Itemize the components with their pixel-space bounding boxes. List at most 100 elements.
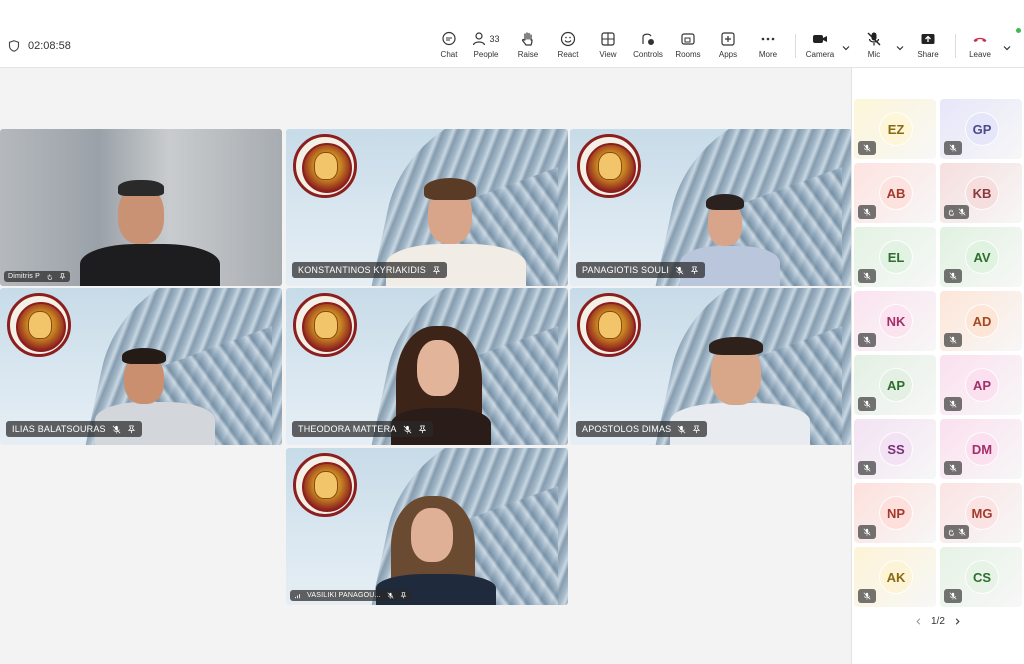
participant-tile[interactable]: KB xyxy=(940,163,1022,223)
rooms-icon xyxy=(681,33,695,45)
participant-tile[interactable]: AP xyxy=(854,355,936,415)
participant-name: ILIAS BALATSOURAS xyxy=(12,424,106,434)
video-tile[interactable]: VASILIKI PANAGOU... xyxy=(286,448,568,605)
pagination: 1/2 xyxy=(914,616,962,627)
mic-off-icon xyxy=(863,208,871,216)
participants-panel: EZ GP AB KB EL AV NK AD AP AP SS DM NP MG AK CS xyxy=(851,68,1024,664)
participant-name: PANAGIOTIS SOULI xyxy=(582,265,670,275)
shield-icon xyxy=(8,40,20,52)
mute-indicator xyxy=(944,205,969,219)
participant-tile[interactable]: CS xyxy=(940,547,1022,607)
mic-off-icon xyxy=(863,592,871,600)
pin-icon xyxy=(59,273,66,280)
participant-tile[interactable]: AK xyxy=(854,547,936,607)
video-tile[interactable]: KONSTANTINOS KYRIAKIDIS xyxy=(286,129,568,286)
leave-options-chevron[interactable] xyxy=(1002,40,1012,51)
pin-icon xyxy=(127,424,135,433)
participant-tile[interactable]: AP xyxy=(940,355,1022,415)
avatar: SS xyxy=(879,432,913,466)
university-seal-logo xyxy=(293,453,357,517)
pin-icon xyxy=(418,424,426,433)
smiley-icon xyxy=(560,31,576,47)
participant-tile[interactable]: GP xyxy=(940,99,1022,159)
mic-off-icon xyxy=(949,272,957,280)
meeting-timer: 02:08:58 xyxy=(8,40,71,52)
participant-tile[interactable]: EZ xyxy=(854,99,936,159)
mic-off-icon xyxy=(949,400,957,408)
mute-indicator xyxy=(858,269,876,283)
mic-off-icon xyxy=(863,400,871,408)
hand-icon xyxy=(948,209,954,216)
participant-name: Dimitris P xyxy=(8,273,40,280)
participant-tile[interactable]: AB xyxy=(854,163,936,223)
participant-tile[interactable]: AV xyxy=(940,227,1022,287)
mute-indicator xyxy=(858,141,876,155)
mute-indicator xyxy=(944,461,962,475)
pin-icon xyxy=(690,265,699,274)
participant-name-tag: KONSTANTINOS KYRIAKIDIS xyxy=(292,262,447,278)
mute-indicator xyxy=(858,333,876,347)
avatar: EZ xyxy=(879,112,913,146)
mute-indicator xyxy=(858,525,876,539)
participant-tile[interactable]: MG xyxy=(940,483,1022,543)
hand-icon xyxy=(948,529,954,536)
mic-off-icon xyxy=(867,32,881,46)
video-tile[interactable]: PANAGIOTIS SOULI xyxy=(570,129,852,286)
participant-tile[interactable]: DM xyxy=(940,419,1022,479)
mute-indicator xyxy=(858,589,876,603)
chevron-right-icon[interactable] xyxy=(953,617,962,626)
video-tile[interactable]: ILIAS BALATSOURAS xyxy=(0,288,282,445)
hang-up-icon xyxy=(973,37,987,42)
mute-indicator xyxy=(944,269,962,283)
leave-button[interactable]: Leave xyxy=(956,30,1004,64)
add-apps-icon xyxy=(721,32,735,46)
video-tile[interactable]: THEODORA MATTERA xyxy=(286,288,568,445)
university-seal-logo xyxy=(293,293,357,357)
people-button[interactable]: 33 People xyxy=(462,30,510,64)
university-seal-logo xyxy=(293,134,357,198)
mic-off-icon xyxy=(403,425,411,434)
mute-indicator xyxy=(858,397,876,411)
more-button[interactable]: More xyxy=(744,30,792,64)
participant-name-tag: THEODORA MATTERA xyxy=(292,421,433,437)
share-button[interactable]: Share xyxy=(904,30,952,64)
chevron-left-icon[interactable] xyxy=(914,617,923,626)
mute-indicator xyxy=(944,589,962,603)
pin-icon xyxy=(693,424,701,433)
mic-off-icon xyxy=(863,144,871,152)
mic-button[interactable]: Mic xyxy=(850,30,898,64)
mic-off-icon xyxy=(949,464,957,472)
avatar: GP xyxy=(965,112,999,146)
participant-tile[interactable]: AD xyxy=(940,291,1022,351)
people-icon xyxy=(473,32,486,46)
hand-icon xyxy=(47,274,52,280)
camera-button[interactable]: Camera xyxy=(796,30,844,64)
share-icon xyxy=(921,34,935,44)
mute-indicator xyxy=(944,397,962,411)
elapsed-time: 02:08:58 xyxy=(28,40,71,52)
participant-tile[interactable]: NK xyxy=(854,291,936,351)
participant-tile[interactable]: NP xyxy=(854,483,936,543)
mute-indicator xyxy=(944,141,962,155)
avatar: NK xyxy=(879,304,913,338)
video-tile[interactable]: APOSTOLOS DIMAS xyxy=(570,288,852,445)
participant-name-tag: VASILIKI PANAGOU... xyxy=(290,590,411,601)
mic-off-icon xyxy=(958,208,966,216)
avatar: CS xyxy=(965,560,999,594)
participant-tile[interactable]: SS xyxy=(854,419,936,479)
mute-indicator xyxy=(858,461,876,475)
mic-off-icon xyxy=(677,425,686,434)
avatar: AP xyxy=(879,368,913,402)
participant-tile[interactable]: EL xyxy=(854,227,936,287)
mic-off-icon xyxy=(863,464,871,472)
university-seal-logo xyxy=(577,134,641,198)
mic-off-icon xyxy=(863,272,871,280)
participant-name-tag: ILIAS BALATSOURAS xyxy=(6,421,142,437)
participant-name: THEODORA MATTERA xyxy=(298,424,397,434)
participant-name-tag: Dimitris P xyxy=(4,271,70,282)
video-tile[interactable]: Dimitris P xyxy=(0,129,282,286)
page-indicator: 1/2 xyxy=(931,616,945,627)
mic-off-icon xyxy=(863,336,871,344)
signal-icon xyxy=(294,594,301,599)
mic-off-icon xyxy=(949,592,957,600)
